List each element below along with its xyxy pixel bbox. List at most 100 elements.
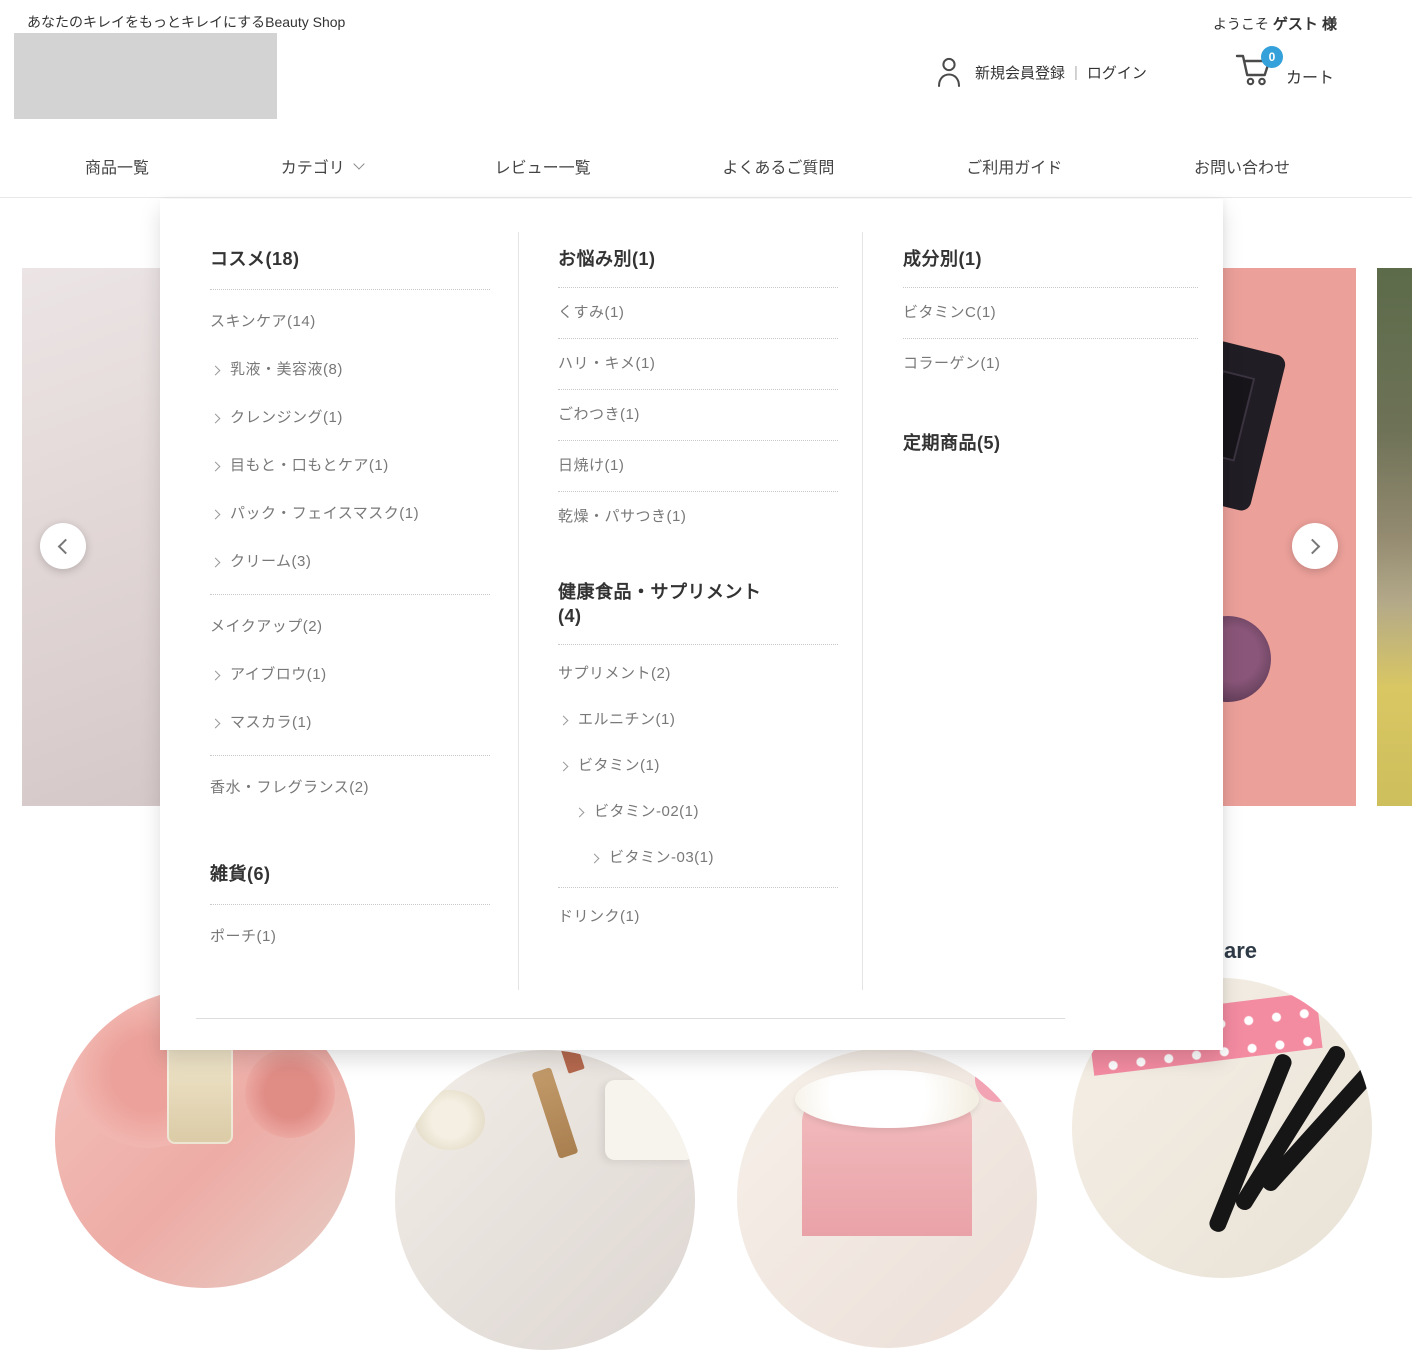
chevron-right-icon [210, 509, 221, 519]
carousel-slide-far-right[interactable] [1377, 268, 1412, 806]
menu-item[interactable]: 乾燥・パサつき(1) [558, 506, 838, 528]
cosmetic-jar-image [605, 1080, 695, 1160]
dotted-divider [210, 755, 490, 756]
account-separator: | [1074, 63, 1078, 81]
column-divider [518, 232, 519, 990]
dotted-divider [210, 594, 490, 595]
chevron-right-icon [210, 670, 221, 680]
nav-item-guide[interactable]: ご利用ガイド [966, 154, 1062, 178]
lipstick-tube-image [531, 1067, 579, 1159]
main-nav: 商品一覧 カテゴリ レビュー一覧 よくあるご質問 ご利用ガイド お問い合わせ [85, 140, 1290, 192]
menu-item[interactable]: サプリメント(2) [558, 663, 838, 685]
category-mega-menu: コスメ(18) スキンケア(14) 乳液・美容液(8) クレンジング(1) 目も… [160, 199, 1223, 1050]
cart-label: カート [1286, 70, 1335, 87]
flower-petal-image [975, 1056, 1021, 1102]
category-circle-lipstick[interactable] [395, 1050, 695, 1350]
welcome-message: ようこそ ゲスト 様 [1213, 13, 1337, 34]
menu-item[interactable]: スキンケア(14) [210, 311, 490, 333]
menu-column-cosmetics: コスメ(18) スキンケア(14) 乳液・美容液(8) クレンジング(1) 目も… [210, 243, 490, 961]
chevron-right-icon [558, 761, 569, 771]
cart-count-badge: 0 [1261, 46, 1283, 68]
menu-header[interactable]: 健康食品・サプリメント(4) [558, 580, 766, 628]
nav-bottom-border [0, 197, 1412, 198]
carousel-next-button[interactable] [1292, 523, 1338, 569]
chevron-left-icon [57, 538, 74, 554]
menu-item[interactable]: 香水・フレグランス(2) [210, 777, 490, 799]
menu-header[interactable]: 雑貨(6) [210, 862, 490, 886]
menu-header[interactable]: コスメ(18) [210, 247, 490, 271]
chevron-right-icon [589, 853, 600, 863]
category-circle-cream[interactable] [737, 1048, 1037, 1348]
menu-item[interactable]: ビタミン-02(1) [558, 801, 838, 823]
menu-header[interactable]: お悩み別(1) [558, 247, 838, 271]
menu-item[interactable]: クリーム(3) [210, 551, 490, 573]
menu-column-concerns: お悩み別(1) くすみ(1) ハリ・キメ(1) ごわつき(1) 日焼け(1) 乾… [558, 243, 838, 940]
chevron-down-icon [353, 158, 365, 170]
cart-button[interactable]: 0 カート [1235, 46, 1335, 94]
nav-item-faq[interactable]: よくあるご質問 [722, 154, 834, 178]
menu-item[interactable]: クレンジング(1) [210, 407, 490, 429]
account-links: 新規会員登録 | ログイン [936, 56, 1147, 88]
welcome-prefix: ようこそ [1212, 16, 1273, 32]
menu-item[interactable]: ビタミン-03(1) [558, 847, 838, 869]
chevron-right-icon [558, 715, 569, 725]
carousel-prev-button[interactable] [40, 523, 86, 569]
column-divider [862, 232, 863, 990]
menu-item[interactable]: メイクアップ(2) [210, 616, 490, 638]
dotted-divider [210, 904, 490, 905]
menu-bottom-divider [196, 1018, 1065, 1019]
chevron-right-icon [1304, 538, 1321, 554]
chevron-right-icon [210, 461, 221, 471]
lipstick-bullet-image [558, 1050, 585, 1074]
user-icon [938, 57, 960, 87]
menu-item[interactable]: エルニチン(1) [558, 709, 838, 731]
menu-header[interactable]: 定期商品(5) [903, 431, 1198, 455]
menu-item[interactable]: くすみ(1) [558, 302, 838, 324]
dotted-divider [903, 287, 1198, 288]
shop-logo[interactable] [14, 33, 277, 119]
register-link[interactable]: 新規会員登録 [975, 62, 1065, 83]
dotted-divider [903, 338, 1198, 339]
nav-item-contact[interactable]: お問い合わせ [1194, 154, 1290, 178]
makeup-puff-image [1223, 616, 1271, 702]
chevron-right-icon [210, 557, 221, 567]
chevron-right-icon [574, 807, 585, 817]
dotted-divider [558, 491, 838, 492]
menu-header[interactable]: 成分別(1) [903, 247, 1198, 271]
menu-item[interactable]: ビタミンC(1) [903, 302, 1198, 324]
dotted-divider [558, 440, 838, 441]
dotted-divider [558, 287, 838, 288]
dotted-divider [558, 887, 838, 888]
nav-item-product-list[interactable]: 商品一覧 [85, 154, 149, 178]
menu-item[interactable]: アイブロウ(1) [210, 664, 490, 686]
menu-column-ingredients: 成分別(1) ビタミンC(1) コラーゲン(1) 定期商品(5) [903, 243, 1198, 465]
menu-item[interactable]: ポーチ(1) [210, 926, 490, 948]
welcome-user: ゲスト 様 [1272, 16, 1337, 33]
menu-item[interactable]: ドリンク(1) [558, 906, 838, 928]
section-heading-partial: are [1224, 938, 1258, 963]
nav-item-category[interactable]: カテゴリ [281, 154, 365, 178]
menu-item[interactable]: マスカラ(1) [210, 712, 490, 734]
menu-item[interactable]: コラーゲン(1) [903, 353, 1198, 375]
cream-swirl-image [795, 1070, 979, 1128]
menu-item[interactable]: 目もと・口もとケア(1) [210, 455, 490, 477]
menu-item[interactable]: パック・フェイスマスク(1) [210, 503, 490, 525]
menu-item[interactable]: 日焼け(1) [558, 455, 838, 477]
login-link[interactable]: ログイン [1087, 62, 1147, 83]
chevron-right-icon [210, 718, 221, 728]
menu-item[interactable]: ハリ・キメ(1) [558, 353, 838, 375]
menu-item[interactable]: ビタミン(1) [558, 755, 838, 777]
menu-item[interactable]: ごわつき(1) [558, 404, 838, 426]
flower-image [415, 1090, 485, 1150]
chevron-right-icon [210, 413, 221, 423]
dotted-divider [558, 644, 838, 645]
nav-item-reviews[interactable]: レビュー一覧 [495, 154, 591, 178]
menu-item[interactable]: 乳液・美容液(8) [210, 359, 490, 381]
dotted-divider [558, 389, 838, 390]
dotted-divider [210, 289, 490, 290]
chevron-right-icon [210, 365, 221, 375]
dotted-divider [558, 338, 838, 339]
